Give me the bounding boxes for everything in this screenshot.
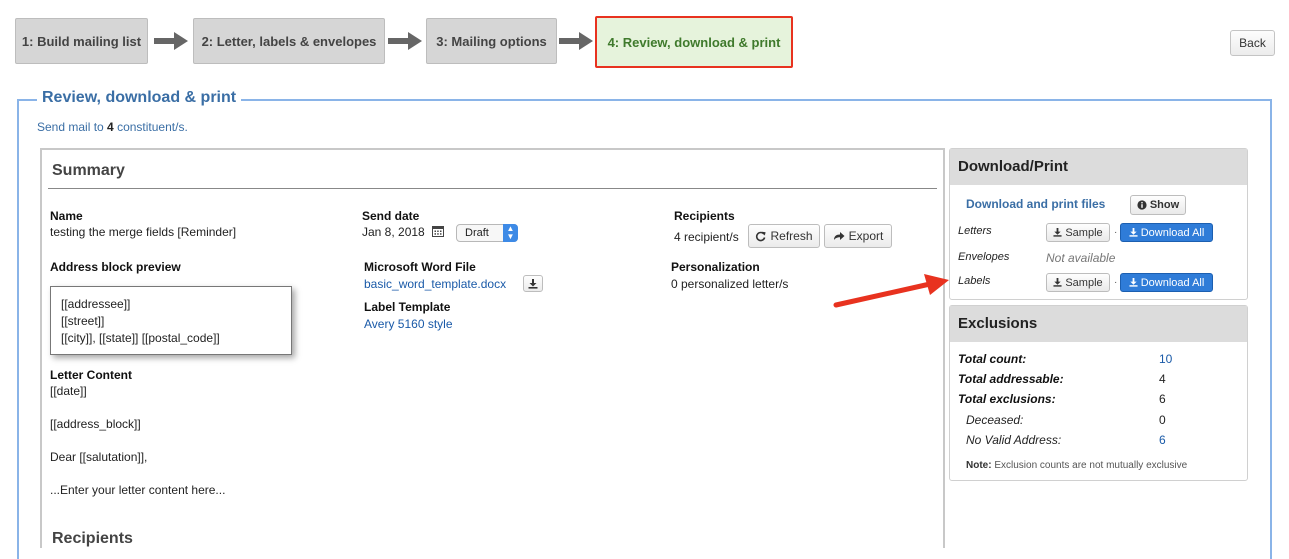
deceased-value: 0 — [1159, 413, 1166, 427]
step-label: 1: Build mailing list — [21, 33, 142, 49]
labels-sample-button[interactable]: Sample — [1046, 273, 1110, 292]
step-label: 3: Mailing options — [436, 33, 547, 49]
letter-line: [[address_block]] — [50, 417, 141, 431]
wizard-step-review-download-print[interactable]: 4: Review, download & print — [595, 16, 793, 68]
labels-download-all-button[interactable]: Download All — [1120, 273, 1213, 292]
export-button[interactable]: Export — [824, 224, 892, 248]
address-block-preview: [[addressee]] [[street]] [[city]], [[sta… — [50, 286, 292, 355]
step-arrow-icon — [154, 32, 188, 50]
download-icon — [1053, 278, 1062, 287]
word-file-download-button[interactable] — [523, 275, 543, 292]
back-button[interactable]: Back — [1230, 30, 1275, 56]
send-summary: Send mail to 4 constituent/s. — [37, 120, 188, 134]
select-caret-icon: ▲ ▼ — [503, 224, 518, 242]
total-exclusions-value: 6 — [1159, 392, 1166, 406]
name-label: Name — [50, 209, 83, 223]
download-icon — [1053, 228, 1062, 237]
download-print-title: Download/Print — [950, 149, 1247, 185]
personalization-label: Personalization — [671, 260, 760, 274]
recipients-value: 4 recipient/s — [674, 230, 739, 244]
status-select-value: Draft — [465, 227, 489, 239]
step-arrow-icon — [559, 32, 593, 50]
total-addressable-value: 4 — [1159, 372, 1166, 386]
exclusion-label: Total addressable: — [958, 372, 1064, 386]
letter-line: Dear [[salutation]], — [50, 450, 148, 464]
share-arrow-icon — [833, 232, 845, 240]
download-icon — [528, 278, 538, 289]
info-circle-icon — [1137, 200, 1147, 210]
divider — [48, 188, 937, 189]
letter-content-label: Letter Content — [50, 368, 132, 382]
letters-download-all-button[interactable]: Download All — [1120, 223, 1213, 242]
download-print-panel: Download/Print Download and print files … — [949, 148, 1248, 300]
total-count-link[interactable]: 10 — [1159, 352, 1172, 366]
envelopes-status: Not available — [1046, 251, 1116, 265]
letter-line: ...Enter your letter content here... — [50, 483, 226, 497]
exclusions-panel: Exclusions Total count: 10 Total address… — [949, 305, 1248, 481]
sample-label: Sample — [1065, 276, 1103, 289]
no-valid-address-link[interactable]: 6 — [1159, 433, 1166, 447]
refresh-button[interactable]: Refresh — [748, 224, 820, 248]
exclusion-label: Deceased: — [966, 413, 1024, 427]
name-value: testing the merge fields [Reminder] — [50, 225, 237, 239]
word-file-link[interactable]: basic_word_template.docx — [364, 277, 506, 291]
download-all-label: Download All — [1140, 226, 1205, 239]
refresh-label: Refresh — [770, 229, 813, 243]
labels-label: Labels — [958, 275, 991, 287]
refresh-icon — [756, 231, 767, 241]
recipients-label: Recipients — [674, 209, 735, 223]
letters-label: Letters — [958, 225, 992, 237]
address-line: [[city]], [[state]] [[postal_code]] — [61, 331, 220, 345]
letter-line: [[date]] — [50, 384, 87, 398]
sample-label: Sample — [1065, 226, 1103, 239]
export-label: Export — [848, 229, 884, 243]
separator-dot: · — [1114, 277, 1118, 288]
download-icon — [1129, 278, 1138, 287]
wizard-step-letter-labels-envelopes[interactable]: 2: Letter, labels & envelopes — [193, 18, 385, 64]
separator-dot: · — [1114, 227, 1118, 238]
show-label: Show — [1149, 199, 1180, 211]
send-date-value: Jan 8, 2018 — [362, 225, 425, 239]
step-label: 2: Letter, labels & envelopes — [201, 33, 377, 49]
status-select[interactable]: Draft ▲ ▼ — [456, 224, 518, 242]
wizard-step-build-mailing-list[interactable]: 1: Build mailing list — [15, 18, 148, 64]
exclusion-label: Total exclusions: — [958, 392, 1056, 406]
label-template-link[interactable]: Avery 5160 style — [364, 317, 453, 331]
address-block-label: Address block preview — [50, 260, 181, 274]
exclusions-title: Exclusions — [950, 306, 1247, 342]
annotation-arrow-icon — [833, 274, 949, 308]
recipients-section-title: Recipients — [52, 530, 133, 547]
personalization-value: 0 personalized letter/s — [671, 277, 789, 291]
page-title: Review, download & print — [37, 89, 242, 107]
address-line: [[addressee]] — [61, 297, 131, 311]
download-icon — [1129, 228, 1138, 237]
calendar-icon[interactable] — [432, 225, 444, 237]
letters-sample-button[interactable]: Sample — [1046, 223, 1110, 242]
download-print-files-link[interactable]: Download and print files — [966, 197, 1105, 211]
exclusions-note: Note: Exclusion counts are not mutually … — [966, 460, 1188, 471]
show-button[interactable]: Show — [1130, 195, 1186, 215]
wizard-step-mailing-options[interactable]: 3: Mailing options — [426, 18, 557, 64]
address-line: [[street]] — [61, 314, 105, 328]
send-date-label: Send date — [362, 209, 420, 223]
word-file-label: Microsoft Word File — [364, 260, 476, 274]
constituent-count: 4 — [107, 120, 114, 134]
summary-title: Summary — [52, 162, 125, 179]
step-label: 4: Review, download & print — [607, 34, 781, 50]
exclusion-label: No Valid Address: — [966, 433, 1062, 447]
envelopes-label: Envelopes — [958, 251, 1010, 263]
step-arrow-icon — [388, 32, 422, 50]
download-all-label: Download All — [1140, 276, 1205, 289]
exclusion-label: Total count: — [958, 352, 1027, 366]
label-template-label: Label Template — [364, 300, 451, 314]
summary-panel: Summary Name testing the merge fields [R… — [40, 148, 945, 548]
